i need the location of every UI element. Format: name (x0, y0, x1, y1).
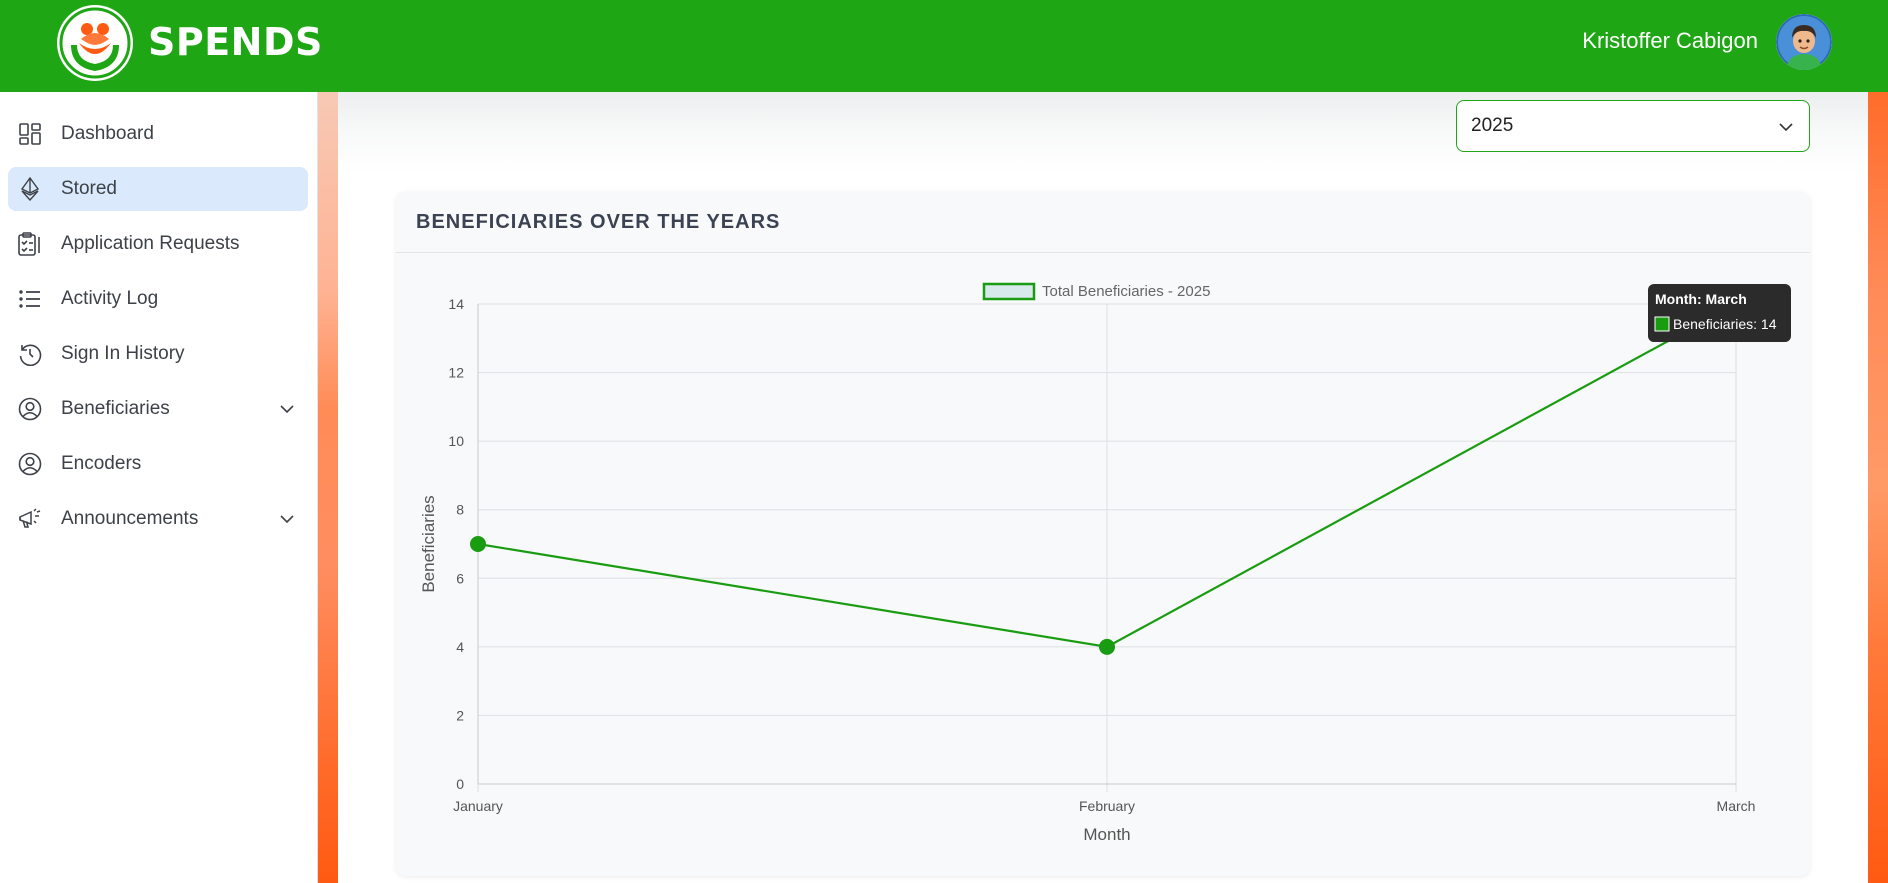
y-tick-label: 0 (456, 776, 464, 792)
y-tick-label: 12 (448, 365, 464, 381)
chevron-down-icon[interactable] (278, 400, 296, 418)
chart-grid (477, 303, 1737, 792)
y-tick-label: 4 (456, 639, 464, 655)
y-tick-labels: 0 2 4 6 8 10 12 14 (448, 296, 464, 792)
tooltip-title: Month: March (1655, 291, 1747, 307)
sidebar-item-label: Encoders (61, 453, 142, 474)
spends-logo-icon[interactable] (57, 5, 133, 81)
line-chart: 0 2 4 6 8 10 12 14 January February March Total B… (419, 282, 1791, 844)
data-point (1099, 638, 1115, 655)
decorative-strip-left (318, 92, 338, 883)
user-name[interactable]: Kristoffer Cabigon (1582, 28, 1758, 54)
sidebar-item-sign-in-history[interactable]: Sign In History (8, 332, 308, 376)
sidebar-item-announcements[interactable]: Announcements (8, 497, 308, 541)
y-tick-label: 6 (456, 570, 464, 586)
ethereum-icon (17, 176, 43, 202)
y-tick-label: 2 (456, 707, 464, 723)
user-circle-icon (17, 451, 43, 477)
decorative-strip-right (1868, 92, 1888, 883)
brand-title: SPENDS (148, 20, 323, 64)
sidebar-item-encoders[interactable]: Encoders (8, 442, 308, 486)
axis-labels: Month Beneficiaries (419, 495, 1131, 844)
main-content: 2025 BENEFICIARIES OVER THE YEARS 024681… (338, 92, 1868, 883)
user-circle-icon (17, 396, 43, 422)
y-tick-label: 14 (448, 296, 464, 312)
year-select[interactable]: 2025 (1456, 100, 1810, 152)
sidebar-item-label: Stored (61, 178, 117, 199)
sidebar-item-dashboard[interactable]: Dashboard (8, 112, 308, 156)
sidebar: Dashboard Stored Application Requests Ac… (0, 92, 318, 883)
sidebar-item-beneficiaries[interactable]: Beneficiaries (8, 387, 308, 431)
sidebar-item-stored[interactable]: Stored (8, 167, 308, 211)
legend-label: Total Beneficiaries - 2025 (1042, 283, 1210, 300)
user-avatar[interactable] (1776, 14, 1832, 70)
sidebar-item-label: Beneficiaries (61, 398, 170, 419)
beneficiaries-chart-card: BENEFICIARIES OVER THE YEARS 0 2 4 6 8 10 12 14… (396, 192, 1810, 876)
chevron-down-icon (1777, 118, 1795, 136)
history-clock-icon (17, 341, 43, 367)
x-tick-label: February (1079, 798, 1135, 814)
chevron-down-icon[interactable] (278, 510, 296, 528)
list-icon (17, 286, 43, 312)
clipboard-checklist-icon (17, 231, 43, 257)
year-select-value: 2025 (1471, 115, 1514, 136)
sidebar-item-label: Dashboard (61, 123, 154, 144)
x-tick-labels: January February March (453, 798, 1755, 814)
sidebar-item-label: Activity Log (61, 288, 159, 309)
sidebar-item-application-requests[interactable]: Application Requests (8, 222, 308, 266)
y-tick-label: 8 (456, 502, 464, 518)
x-axis-label: Month (1083, 825, 1130, 844)
sidebar-item-label: Application Requests (61, 233, 240, 254)
top-header: SPENDS Kristoffer Cabigon (0, 0, 1888, 92)
chart-series (470, 299, 1741, 655)
legend-swatch (982, 282, 1036, 301)
y-axis-label: Beneficiaries (419, 495, 438, 592)
tooltip-swatch (1654, 316, 1670, 332)
sidebar-item-label: Announcements (61, 508, 199, 529)
data-point (470, 536, 486, 552)
tooltip-label: Beneficiaries: 14 (1673, 316, 1777, 332)
megaphone-icon (17, 506, 43, 532)
chart-legend: Total Beneficiaries - 2025 (982, 282, 1210, 301)
dashboard-grid-icon (17, 121, 43, 147)
chart-tooltip: Month: March Beneficiaries: 14 (1648, 284, 1791, 342)
x-tick-label: January (453, 798, 503, 814)
sidebar-item-label: Sign In History (61, 343, 185, 364)
x-tick-label: March (1717, 798, 1756, 814)
sidebar-item-activity-log[interactable]: Activity Log (8, 277, 308, 321)
y-tick-label: 10 (448, 433, 464, 449)
